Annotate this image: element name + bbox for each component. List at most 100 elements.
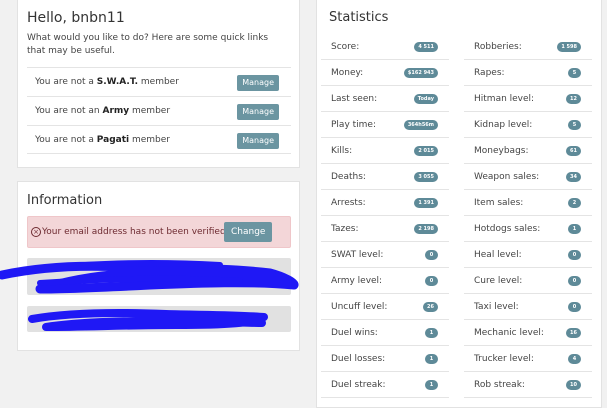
- stat-row: Money: $162 943: [321, 60, 449, 86]
- stat-value-badge: 10: [566, 380, 581, 390]
- stat-row: Trucker level: 4: [464, 346, 592, 372]
- stat-label: Deaths:: [331, 172, 366, 182]
- stat-value-badge: 0: [568, 276, 581, 286]
- stat-value-badge: 12: [566, 94, 581, 104]
- stat-value-badge: 2 198: [414, 224, 438, 234]
- stat-label: Kidnap level:: [474, 120, 533, 130]
- stat-label: Hitman level:: [474, 94, 535, 104]
- manage-pagati-button[interactable]: Manage: [237, 133, 279, 149]
- stat-label: Duel wins:: [331, 328, 378, 338]
- stat-row: Rapes: 5: [464, 60, 592, 86]
- stat-row: Taxi level: 0: [464, 294, 592, 320]
- stat-row: Heal level: 0: [464, 242, 592, 268]
- change-email-button[interactable]: Change: [224, 222, 273, 242]
- stat-label: Rapes:: [474, 68, 505, 78]
- stat-value-badge: 1: [425, 380, 438, 390]
- stat-label: Duel streak:: [331, 380, 386, 390]
- stat-value-badge: 1: [568, 224, 581, 234]
- stat-row: Arrests: 1 391: [321, 190, 449, 216]
- stat-value-badge: 61: [566, 146, 581, 156]
- stat-value-badge: $162 943: [403, 68, 438, 78]
- stat-value-badge: 364h56m: [403, 120, 438, 130]
- information-heading: Information: [27, 193, 103, 208]
- stat-row: Tazes: 2 198: [321, 216, 449, 242]
- stat-label: Moneybags:: [474, 146, 529, 156]
- stat-row: Uncuff level: 26: [321, 294, 449, 320]
- stat-row: Rob streak: 10: [464, 372, 592, 398]
- stat-value-badge: 34: [566, 172, 581, 182]
- stat-label: Taxi level:: [474, 302, 519, 312]
- stat-value-badge: 1 391: [414, 198, 438, 208]
- stat-label: Last seen:: [331, 94, 378, 104]
- stat-label: Weapon sales:: [474, 172, 540, 182]
- alert-message: Your email address has not been verified…: [42, 227, 229, 237]
- stat-label: Duel losses:: [331, 354, 386, 364]
- stat-label: Uncuff level:: [331, 302, 388, 312]
- stat-row: Duel wins: 1: [321, 320, 449, 346]
- stat-label: Army level:: [331, 276, 383, 286]
- greeting-heading: Hello, bnbn11: [27, 10, 125, 26]
- stat-row: Hotdogs sales: 1: [464, 216, 592, 242]
- stat-row: Hitman level: 12: [464, 86, 592, 112]
- stat-row: Mechanic level: 16: [464, 320, 592, 346]
- stat-row: Army level: 0: [321, 268, 449, 294]
- stat-row: Duel streak: 1: [321, 372, 449, 398]
- membership-row-army: You are not an Army member Manage: [27, 96, 291, 125]
- redaction-scribble-1: [0, 260, 299, 294]
- stat-row: Weapon sales: 34: [464, 164, 592, 190]
- stat-label: Mechanic level:: [474, 328, 544, 338]
- stat-value-badge: 1 598: [557, 42, 581, 52]
- stat-label: SWAT level:: [331, 250, 384, 260]
- stat-value-badge: Today: [413, 94, 438, 104]
- stat-label: Play time:: [331, 120, 376, 130]
- stat-value-badge: 1: [425, 354, 438, 364]
- stat-value-badge: 4 511: [414, 42, 438, 52]
- stat-label: Kills:: [331, 146, 353, 156]
- membership-row-swat: You are not a S.W.A.T. member Manage: [27, 67, 291, 96]
- stat-label: Robberies:: [474, 42, 522, 52]
- stat-value-badge: 2 015: [414, 146, 438, 156]
- stat-row: Moneybags: 61: [464, 138, 592, 164]
- welcome-panel: Hello, bnbn11 What would you like to do?…: [17, 0, 300, 168]
- stat-row: Play time: 364h56m: [321, 112, 449, 138]
- membership-text: You are not a Pagati member: [35, 135, 170, 145]
- stat-row: Deaths: 3 055: [321, 164, 449, 190]
- email-unverified-alert: × Your email address has not been verifi…: [27, 216, 291, 248]
- stat-row: Last seen: Today: [321, 86, 449, 112]
- stat-row: SWAT level: 0: [321, 242, 449, 268]
- stat-value-badge: 0: [568, 250, 581, 260]
- stat-label: Heal level:: [474, 250, 522, 260]
- stat-value-badge: 2: [568, 198, 581, 208]
- stat-label: Money:: [331, 68, 364, 78]
- stat-label: Cure level:: [474, 276, 523, 286]
- stat-row: Kills: 2 015: [321, 138, 449, 164]
- membership-text: You are not an Army member: [35, 106, 171, 116]
- manage-army-button[interactable]: Manage: [237, 104, 279, 120]
- stat-value-badge: 5: [568, 120, 581, 130]
- stat-row: Item sales: 2: [464, 190, 592, 216]
- stat-label: Hotdogs sales:: [474, 224, 541, 234]
- statistics-heading: Statistics: [329, 10, 389, 25]
- stat-value-badge: 1: [425, 328, 438, 338]
- stat-label: Score:: [331, 42, 360, 52]
- redaction-scribble-2: [28, 309, 268, 331]
- stat-value-badge: 0: [425, 276, 438, 286]
- stat-value-badge: 5: [568, 68, 581, 78]
- membership-text: You are not a S.W.A.T. member: [35, 77, 179, 87]
- membership-row-pagati: You are not a Pagati member Manage: [27, 125, 291, 154]
- stat-label: Rob streak:: [474, 380, 525, 390]
- stat-value-badge: 0: [425, 250, 438, 260]
- warning-circle-icon: ×: [31, 227, 41, 237]
- stat-row: Cure level: 0: [464, 268, 592, 294]
- stat-label: Arrests:: [331, 198, 366, 208]
- stat-row: Score: 4 511: [321, 34, 449, 60]
- stat-label: Item sales:: [474, 198, 524, 208]
- stat-value-badge: 3 055: [414, 172, 438, 182]
- stat-value-badge: 0: [568, 302, 581, 312]
- manage-swat-button[interactable]: Manage: [237, 75, 279, 91]
- stat-label: Tazes:: [331, 224, 359, 234]
- stat-value-badge: 26: [423, 302, 438, 312]
- stat-row: Robberies: 1 598: [464, 34, 592, 60]
- intro-text: What would you like to do? Here are some…: [27, 33, 269, 56]
- stat-row: Duel losses: 1: [321, 346, 449, 372]
